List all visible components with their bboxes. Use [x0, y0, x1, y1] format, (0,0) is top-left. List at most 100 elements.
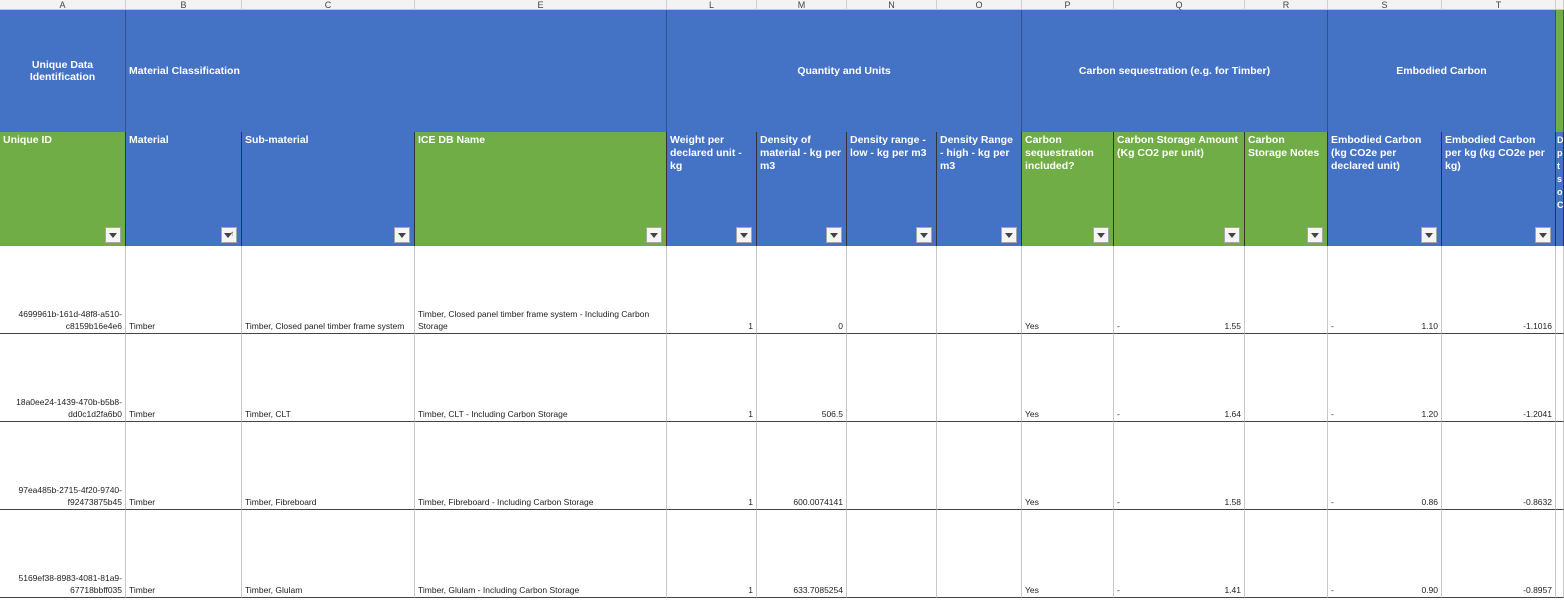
- cell-cut-column[interactable]: [1556, 334, 1564, 422]
- cell-density[interactable]: 633.7085254: [757, 510, 847, 598]
- filter-dropdown-icon[interactable]: [1535, 227, 1551, 243]
- cell-weight[interactable]: 1: [667, 334, 757, 422]
- column-header-m[interactable]: M: [757, 0, 847, 10]
- cell-sub[interactable]: Timber, CLT: [242, 334, 415, 422]
- cell-emb[interactable]: - 0.90: [1328, 510, 1442, 598]
- column-header-b[interactable]: B: [126, 0, 242, 10]
- header-embodied-per-kg[interactable]: Embodied Carbon per kg (kg CO2e per kg): [1442, 132, 1556, 246]
- column-header-t[interactable]: T: [1442, 0, 1556, 10]
- cell-density[interactable]: 600.0074141: [757, 422, 847, 510]
- cell-material[interactable]: Timber: [126, 246, 242, 334]
- cell-notes[interactable]: [1245, 422, 1328, 510]
- header-cut-column[interactable]: D p t s o C: [1556, 132, 1564, 246]
- group-unique-data[interactable]: Unique Data Identification: [0, 10, 126, 132]
- column-header-p[interactable]: P: [1022, 0, 1114, 10]
- cell-seq[interactable]: Yes: [1022, 422, 1114, 510]
- filter-dropdown-icon[interactable]: [1307, 227, 1323, 243]
- cell-weight[interactable]: 1: [667, 422, 757, 510]
- cell-emb[interactable]: - 1.20: [1328, 334, 1442, 422]
- cell-per-kg[interactable]: -0.8957: [1442, 510, 1556, 598]
- filter-dropdown-icon[interactable]: [1093, 227, 1109, 243]
- group-embodied-carbon[interactable]: Embodied Carbon: [1328, 10, 1556, 132]
- column-header-a[interactable]: A: [0, 0, 126, 10]
- header-carbon-storage-notes[interactable]: Carbon Storage Notes: [1245, 132, 1328, 246]
- filter-dropdown-icon[interactable]: [394, 227, 410, 243]
- header-weight[interactable]: Weight per declared unit - kg: [667, 132, 757, 246]
- cell-ice[interactable]: Timber, CLT - Including Carbon Storage: [415, 334, 667, 422]
- cell-id[interactable]: 18a0ee24-1439-470b-b5b8- dd0c1d2fa6b0: [0, 334, 126, 422]
- header-carbon-seq-included[interactable]: Carbon sequestration included?: [1022, 132, 1114, 246]
- header-carbon-storage-amount[interactable]: Carbon Storage Amount (Kg CO2 per unit): [1114, 132, 1245, 246]
- filter-dropdown-icon[interactable]: [1421, 227, 1437, 243]
- header-density-low[interactable]: Density range - low - kg per m3: [847, 132, 937, 246]
- cell-per-kg[interactable]: -1.2041: [1442, 334, 1556, 422]
- cell-material[interactable]: Timber: [126, 510, 242, 598]
- group-quantity-units[interactable]: Quantity and Units: [667, 10, 1022, 132]
- cell-high[interactable]: [937, 334, 1022, 422]
- cell-storage[interactable]: - 1.58: [1114, 422, 1245, 510]
- cell-high[interactable]: [937, 422, 1022, 510]
- cell-seq[interactable]: Yes: [1022, 246, 1114, 334]
- header-density[interactable]: Density of material - kg per m3: [757, 132, 847, 246]
- cell-cut-column[interactable]: [1556, 510, 1564, 598]
- column-header-cut[interactable]: [1556, 0, 1564, 10]
- cell-weight[interactable]: 1: [667, 246, 757, 334]
- cell-material[interactable]: Timber: [126, 422, 242, 510]
- cell-notes[interactable]: [1245, 246, 1328, 334]
- header-ice-db-name[interactable]: ICE DB Name: [415, 132, 667, 246]
- cell-per-kg[interactable]: -0.8632: [1442, 422, 1556, 510]
- cell-storage[interactable]: - 1.55: [1114, 246, 1245, 334]
- cell-low[interactable]: [847, 422, 937, 510]
- cell-material[interactable]: Timber: [126, 334, 242, 422]
- cell-ice[interactable]: Timber, Fibreboard - Including Carbon St…: [415, 422, 667, 510]
- cell-ice[interactable]: Timber, Closed panel timber frame system…: [415, 246, 667, 334]
- column-header-s[interactable]: S: [1328, 0, 1442, 10]
- header-density-high[interactable]: Density Range - high - kg per m3: [937, 132, 1022, 246]
- column-header-r[interactable]: R: [1245, 0, 1328, 10]
- cell-low[interactable]: [847, 334, 937, 422]
- cell-sub[interactable]: Timber, Closed panel timber frame system: [242, 246, 415, 334]
- filter-dropdown-icon[interactable]: [1224, 227, 1240, 243]
- column-header-q[interactable]: Q: [1114, 0, 1245, 10]
- filter-dropdown-icon[interactable]: [1001, 227, 1017, 243]
- group-material-classification[interactable]: Material Classification: [126, 10, 667, 132]
- cell-density[interactable]: 506.5: [757, 334, 847, 422]
- cell-low[interactable]: [847, 510, 937, 598]
- header-embodied-declared[interactable]: Embodied Carbon (kg CO2e per declared un…: [1328, 132, 1442, 246]
- cell-high[interactable]: [937, 510, 1022, 598]
- header-material[interactable]: Material ↑: [126, 132, 242, 246]
- cell-seq[interactable]: Yes: [1022, 334, 1114, 422]
- column-header-n[interactable]: N: [847, 0, 937, 10]
- cell-notes[interactable]: [1245, 510, 1328, 598]
- cell-sub[interactable]: Timber, Glulam: [242, 510, 415, 598]
- cell-id[interactable]: 5169ef38-8983-4081-81a9- 67718bbff035: [0, 510, 126, 598]
- cell-id[interactable]: 97ea485b-2715-4f20-9740- f92473875b45: [0, 422, 126, 510]
- cell-id[interactable]: 4699961b-161d-48f8-a510- c8159b16e4e6: [0, 246, 126, 334]
- cell-storage[interactable]: - 1.41: [1114, 510, 1245, 598]
- cell-storage[interactable]: - 1.64: [1114, 334, 1245, 422]
- cell-low[interactable]: [847, 246, 937, 334]
- cell-ice[interactable]: Timber, Glulam - Including Carbon Storag…: [415, 510, 667, 598]
- filter-dropdown-icon[interactable]: [105, 227, 121, 243]
- cell-emb[interactable]: - 1.10: [1328, 246, 1442, 334]
- filter-dropdown-icon[interactable]: [736, 227, 752, 243]
- cell-emb[interactable]: - 0.86: [1328, 422, 1442, 510]
- cell-weight[interactable]: 1: [667, 510, 757, 598]
- filter-dropdown-icon[interactable]: [826, 227, 842, 243]
- column-header-c[interactable]: C: [242, 0, 415, 10]
- cell-cut-column[interactable]: [1556, 246, 1564, 334]
- filter-sort-icon[interactable]: ↑: [221, 227, 237, 243]
- cell-per-kg[interactable]: -1.1016: [1442, 246, 1556, 334]
- header-unique-id[interactable]: Unique ID: [0, 132, 126, 246]
- header-sub-material[interactable]: Sub-material: [242, 132, 415, 246]
- cell-density[interactable]: 0: [757, 246, 847, 334]
- column-header-o[interactable]: O: [937, 0, 1022, 10]
- column-header-l[interactable]: L: [667, 0, 757, 10]
- filter-dropdown-icon[interactable]: [646, 227, 662, 243]
- group-cut-column[interactable]: [1556, 10, 1564, 132]
- group-carbon-sequestration[interactable]: Carbon sequestration (e.g. for Timber): [1022, 10, 1328, 132]
- filter-dropdown-icon[interactable]: [916, 227, 932, 243]
- column-header-e[interactable]: E: [415, 0, 667, 10]
- cell-cut-column[interactable]: [1556, 422, 1564, 510]
- cell-sub[interactable]: Timber, Fibreboard: [242, 422, 415, 510]
